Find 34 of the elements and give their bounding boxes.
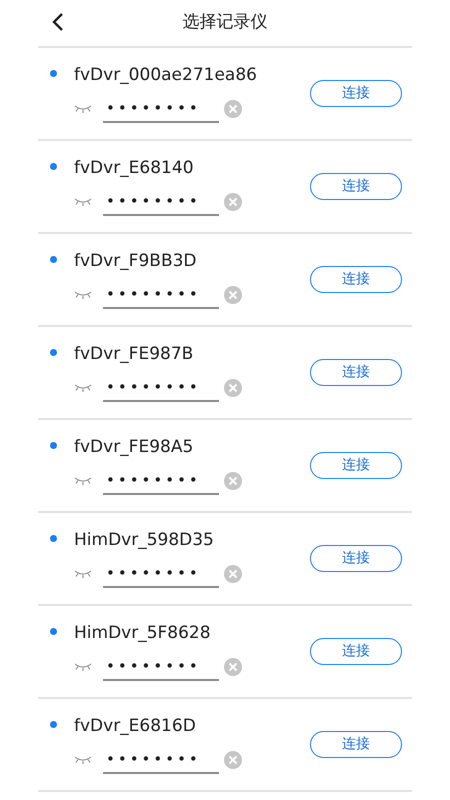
password-field[interactable]: •••••••• [103,467,219,495]
password-field[interactable]: •••••••• [103,281,219,309]
device-name: fvDvr_F9BB3D [74,250,197,272]
password-field[interactable]: •••••••• [103,95,219,123]
page-title: 选择记录仪 [182,11,268,34]
connect-button[interactable]: 连接 [310,266,402,293]
eye-closed-icon[interactable] [74,477,92,485]
password-field[interactable]: •••••••• [103,560,219,588]
connect-button[interactable]: 连接 [310,359,402,386]
password-field[interactable]: •••••••• [103,746,219,774]
eye-closed-icon[interactable] [74,291,92,299]
eye-closed-icon[interactable] [74,198,92,206]
password-field[interactable]: •••••••• [103,374,219,402]
device-name: fvDvr_E68140 [74,157,194,179]
device-name: fvDvr_FE98A5 [74,436,194,458]
eye-closed-icon[interactable] [74,663,92,671]
connect-button[interactable]: 连接 [310,638,402,665]
connect-button[interactable]: 连接 [310,545,402,572]
device-name: HimDvr_598D35 [74,529,214,551]
device-name: fvDvr_FE987B [74,343,194,365]
connect-button[interactable]: 连接 [310,452,402,479]
connect-button[interactable]: 连接 [310,731,402,758]
eye-closed-icon[interactable] [74,570,92,578]
device-name: fvDvr_E6816D [74,715,196,737]
connect-button[interactable]: 连接 [310,173,402,200]
connect-button[interactable]: 连接 [310,80,402,107]
device-name: HimDvr_5F8628 [74,622,211,644]
eye-closed-icon[interactable] [74,756,92,764]
device-name: fvDvr_000ae271ea86 [74,64,257,86]
password-field[interactable]: •••••••• [103,188,219,216]
eye-closed-icon[interactable] [74,384,92,392]
back-icon [52,12,64,32]
password-field[interactable]: •••••••• [103,653,219,681]
eye-closed-icon[interactable] [74,105,92,113]
